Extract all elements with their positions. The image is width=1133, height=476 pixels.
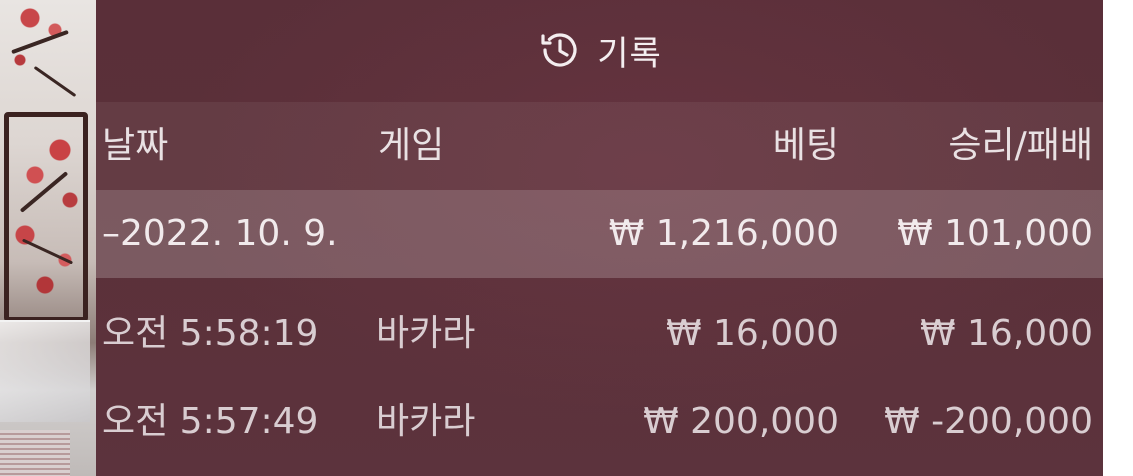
row-game: 바카라	[376, 401, 476, 442]
history-icon	[537, 27, 583, 73]
row-bet: ₩ 200,000	[643, 401, 839, 442]
column-header-result[interactable]: 승리/패배	[948, 102, 1093, 190]
right-margin	[1103, 0, 1133, 476]
history-header: 기록	[96, 0, 1103, 100]
history-title: 기록	[597, 33, 662, 74]
table-header-row: 날짜 게임 베팅 승리/패배	[96, 102, 1103, 190]
column-header-game[interactable]: 게임	[378, 102, 444, 190]
row-game: 바카라	[376, 313, 476, 354]
date-total-result: ₩ 101,000	[897, 213, 1093, 254]
table-row[interactable]: 오전 5:57:49 바카라 ₩ 200,000 ₩ -200,000	[96, 378, 1103, 466]
table-row[interactable]: 오전 5:58:19 바카라 ₩ 16,000 ₩ 16,000	[96, 290, 1103, 378]
date-group-row[interactable]: –2022. 10. 9. ₩ 1,216,000 ₩ 101,000	[96, 190, 1103, 278]
playing-cards-stack	[0, 430, 70, 476]
game-history-screen: 기록 날짜 게임 베팅 승리/패배 –2022. 10. 9. ₩ 1,216,…	[0, 0, 1133, 476]
date-total-bet: ₩ 1,216,000	[608, 213, 839, 254]
date-group-label: –2022. 10. 9.	[102, 213, 338, 254]
row-time: 오전 5:58:19	[102, 313, 319, 354]
row-result: ₩ -200,000	[884, 401, 1093, 442]
row-time: 오전 5:57:49	[102, 401, 319, 442]
history-panel: 기록 날짜 게임 베팅 승리/패배 –2022. 10. 9. ₩ 1,216,…	[96, 0, 1103, 476]
row-bet: ₩ 16,000	[665, 313, 839, 354]
casino-background-scene	[0, 0, 96, 476]
column-header-bet[interactable]: 베팅	[773, 102, 839, 190]
window-frame	[4, 112, 88, 322]
row-result: ₩ 16,000	[919, 313, 1093, 354]
glass-card-shoe	[0, 320, 90, 422]
column-header-date[interactable]: 날짜	[102, 102, 168, 190]
